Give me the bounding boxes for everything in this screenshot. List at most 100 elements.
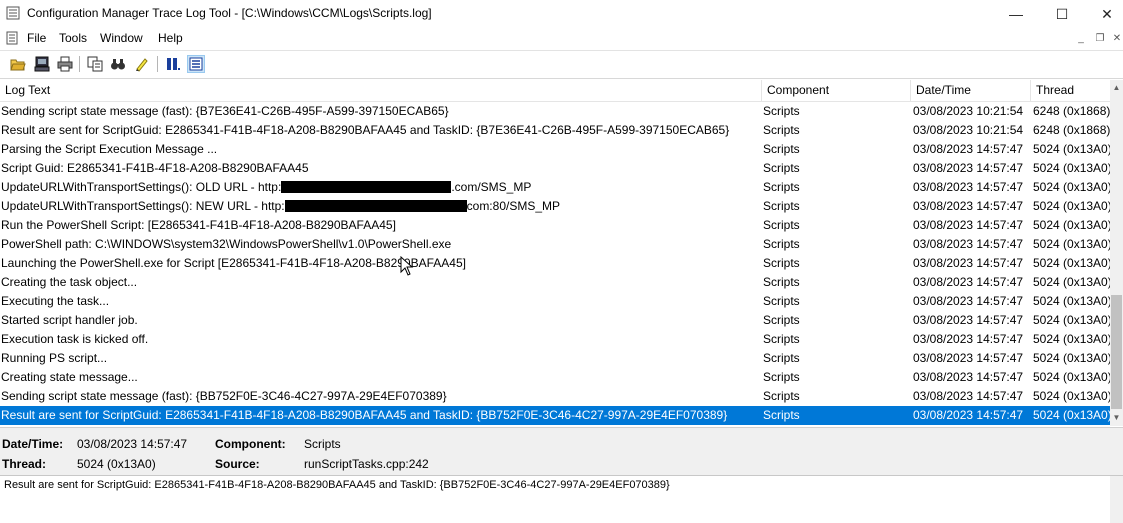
toolbar — [0, 50, 1123, 79]
highlight-icon — [136, 58, 148, 72]
pause-button[interactable] — [164, 55, 182, 73]
table-row[interactable]: Execution task is kicked off. Scripts 03… — [0, 330, 1110, 349]
details-pane: Date/Time: 03/08/2023 14:57:47 Component… — [0, 427, 1123, 475]
menu-file[interactable]: File — [27, 31, 46, 45]
thread-cell: 5024 (0x13A0) — [1033, 256, 1110, 270]
log-text-prefix: UpdateURLWithTransportSettings(): NEW UR… — [1, 199, 285, 213]
scrollbar-thumb[interactable] — [1111, 295, 1122, 409]
log-text: Script Guid: E2865341-F41B-4F18-A208-B82… — [1, 161, 309, 175]
log-text: Parsing the Script Execution Message ... — [1, 142, 218, 156]
datetime-cell: 03/08/2023 14:57:47 — [913, 237, 1024, 251]
scroll-down-icon[interactable]: ▼ — [1110, 412, 1123, 424]
print-preview-button[interactable] — [33, 55, 51, 73]
thread-cell: 5024 (0x13A0) — [1033, 294, 1110, 308]
message-scrollbar[interactable] — [1110, 476, 1123, 523]
table-row[interactable]: Sending script state message (fast): {BB… — [0, 387, 1110, 406]
table-row[interactable]: Creating state message... Scripts 03/08/… — [0, 368, 1110, 387]
table-row[interactable]: Launching the PowerShell.exe for Script … — [0, 254, 1110, 273]
table-row[interactable]: UpdateURLWithTransportSettings(): NEW UR… — [0, 197, 1110, 216]
table-row[interactable]: Sending script state message (fast): {B7… — [0, 102, 1110, 121]
component-cell: Scripts — [763, 389, 800, 403]
component-cell: Scripts — [763, 313, 800, 327]
component-cell: Scripts — [763, 218, 800, 232]
table-row[interactable]: UpdateURLWithTransportSettings(): OLD UR… — [0, 178, 1110, 197]
column-header-datetime[interactable]: Date/Time — [911, 80, 1031, 101]
component-cell: Scripts — [763, 199, 800, 213]
vertical-scrollbar[interactable]: ▲ ▼ — [1110, 80, 1123, 426]
datetime-cell: 03/08/2023 14:57:47 — [913, 294, 1024, 308]
table-row[interactable]: Script Guid: E2865341-F41B-4F18-A208-B82… — [0, 159, 1110, 178]
datetime-cell: 03/08/2023 10:21:54 — [913, 104, 1024, 118]
maximize-button[interactable]: ☐ — [1039, 0, 1085, 28]
datetime-cell: 03/08/2023 14:57:47 — [913, 218, 1024, 232]
datetime-label: Date/Time: — [2, 437, 64, 451]
log-text: Result are sent for ScriptGuid: E2865341… — [1, 408, 728, 422]
table-row[interactable]: Result are sent for ScriptGuid: E2865341… — [0, 121, 1110, 140]
table-row[interactable]: Run the PowerShell Script: [E2865341-F41… — [0, 216, 1110, 235]
component-cell: Scripts — [763, 370, 800, 384]
datetime-cell: 03/08/2023 14:57:47 — [913, 142, 1024, 156]
menu-window[interactable]: Window — [100, 31, 143, 45]
component-cell: Scripts — [763, 275, 800, 289]
thread-cell: 5024 (0x13A0) — [1033, 161, 1110, 175]
log-text-prefix: UpdateURLWithTransportSettings(): OLD UR… — [1, 180, 282, 194]
log-list[interactable]: Log Text Component Date/Time Thread Send… — [0, 80, 1123, 426]
thread-value: 5024 (0x13A0) — [77, 457, 156, 471]
component-value: Scripts — [304, 437, 341, 451]
copy-button[interactable] — [86, 55, 104, 73]
mdi-close-button[interactable]: ✕ — [1110, 32, 1123, 46]
toolbar-separator — [79, 56, 80, 72]
thread-label: Thread: — [2, 457, 47, 471]
highlight-button[interactable] — [133, 55, 151, 73]
log-text: UpdateURLWithTransportSettings(): OLD UR… — [1, 178, 759, 197]
mdi-restore-button[interactable]: ❐ — [1093, 32, 1107, 46]
thread-cell: 6248 (0x1868) — [1033, 104, 1110, 118]
mdi-minimize-button[interactable]: _ — [1074, 32, 1088, 46]
datetime-cell: 03/08/2023 14:57:47 — [913, 408, 1024, 422]
thread-cell: 5024 (0x13A0) — [1033, 389, 1110, 403]
print-button[interactable] — [56, 55, 74, 73]
column-header-component[interactable]: Component — [762, 80, 911, 101]
component-cell: Scripts — [763, 294, 800, 308]
menu-bar: File Tools Window Help _ ❐ ✕ — [0, 28, 1123, 49]
find-button[interactable] — [109, 55, 127, 73]
table-row[interactable]: Running PS script... Scripts 03/08/2023 … — [0, 349, 1110, 368]
component-cell: Scripts — [763, 123, 800, 137]
close-button[interactable]: ✕ — [1084, 0, 1123, 28]
datetime-cell: 03/08/2023 14:57:47 — [913, 199, 1024, 213]
find-icon — [111, 59, 125, 70]
copy-icon — [87, 56, 103, 72]
window-title: Configuration Manager Trace Log Tool - [… — [27, 6, 432, 20]
datetime-cell: 03/08/2023 14:57:47 — [913, 332, 1024, 346]
table-row[interactable]: Executing the task... Scripts 03/08/2023… — [0, 292, 1110, 311]
open-button[interactable] — [9, 55, 27, 73]
table-row[interactable]: PowerShell path: C:\WINDOWS\system32\Win… — [0, 235, 1110, 254]
table-row[interactable]: Creating the task object... Scripts 03/0… — [0, 273, 1110, 292]
table-row[interactable]: Started script handler job. Scripts 03/0… — [0, 311, 1110, 330]
message-textbox[interactable]: Result are sent for ScriptGuid: E2865341… — [0, 475, 1123, 523]
log-text: Sending script state message (fast): {B7… — [1, 104, 449, 118]
log-text: Run the PowerShell Script: [E2865341-F41… — [1, 218, 396, 232]
scroll-up-icon[interactable]: ▲ — [1110, 82, 1123, 94]
column-header-thread[interactable]: Thread — [1031, 80, 1110, 101]
table-row[interactable]: Parsing the Script Execution Message ...… — [0, 140, 1110, 159]
component-cell: Scripts — [763, 180, 800, 194]
log-rows: Sending script state message (fast): {B7… — [0, 102, 1110, 425]
document-icon — [6, 31, 18, 45]
column-header-log-text[interactable]: Log Text — [0, 80, 762, 101]
log-text-suffix: .com/SMS_MP — [451, 180, 532, 194]
log-text: Launching the PowerShell.exe for Script … — [1, 256, 466, 270]
error-lookup-button[interactable] — [187, 55, 205, 73]
source-value: runScriptTasks.cpp:242 — [304, 457, 429, 471]
log-text-suffix: com:80/SMS_MP — [466, 199, 561, 213]
minimize-button[interactable]: — — [993, 0, 1039, 28]
component-cell: Scripts — [763, 237, 800, 251]
thread-cell: 5024 (0x13A0) — [1033, 237, 1110, 251]
pause-icon — [167, 58, 180, 70]
log-text: Execution task is kicked off. — [1, 332, 149, 346]
menu-tools[interactable]: Tools — [59, 31, 87, 45]
table-row-selected[interactable]: Result are sent for ScriptGuid: E2865341… — [0, 406, 1110, 425]
menu-help[interactable]: Help — [158, 31, 183, 45]
log-text: UpdateURLWithTransportSettings(): NEW UR… — [1, 197, 759, 216]
component-cell: Scripts — [763, 104, 800, 118]
